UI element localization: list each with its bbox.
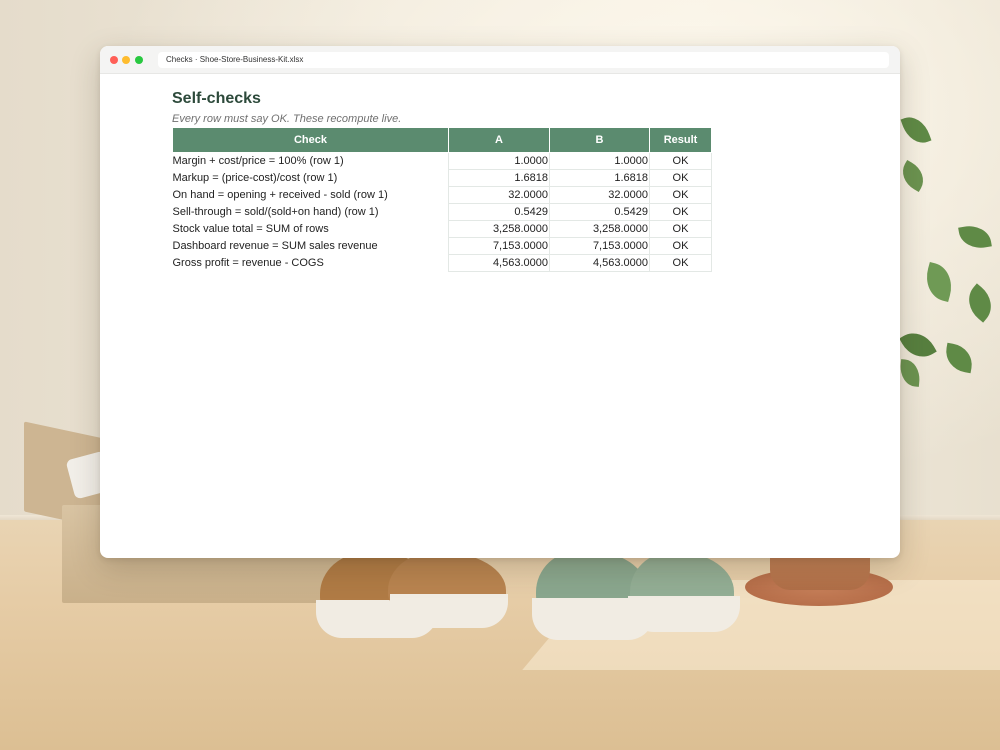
- value-b-cell[interactable]: 4,563.0000: [549, 254, 650, 272]
- table-row: Margin + cost/price = 100% (row 1) 1.000…: [173, 152, 712, 170]
- value-a-cell[interactable]: 32.0000: [448, 186, 550, 204]
- value-b-cell[interactable]: 0.5429: [549, 203, 650, 221]
- close-window-icon[interactable]: [110, 56, 118, 64]
- value-a-cell[interactable]: 1.6818: [448, 169, 550, 187]
- check-name-cell[interactable]: Dashboard revenue = SUM sales revenue: [173, 238, 449, 255]
- self-checks-table: Check A B Result Margin + cost/price = 1…: [172, 127, 712, 272]
- spreadsheet-window: Checks · Shoe-Store-Business-Kit.xlsx Se…: [100, 46, 900, 558]
- result-cell[interactable]: OK: [649, 152, 712, 170]
- column-header-b[interactable]: B: [549, 127, 650, 153]
- check-name-cell[interactable]: Sell-through = sold/(sold+on hand) (row …: [173, 204, 449, 221]
- column-header-check[interactable]: Check: [172, 127, 449, 153]
- table-row: Dashboard revenue = SUM sales revenue 7,…: [173, 237, 712, 255]
- result-cell[interactable]: OK: [649, 254, 712, 272]
- result-cell[interactable]: OK: [649, 169, 712, 187]
- window-address-bar[interactable]: Checks · Shoe-Store-Business-Kit.xlsx: [158, 52, 889, 68]
- check-name-cell[interactable]: Markup = (price-cost)/cost (row 1): [173, 170, 449, 187]
- value-b-cell[interactable]: 1.6818: [549, 169, 650, 187]
- page-title: Self-checks: [172, 90, 261, 107]
- result-cell[interactable]: OK: [649, 237, 712, 255]
- check-name-cell[interactable]: Margin + cost/price = 100% (row 1): [173, 153, 449, 170]
- table-row: Markup = (price-cost)/cost (row 1) 1.681…: [173, 169, 712, 187]
- result-cell[interactable]: OK: [649, 220, 712, 238]
- page-subtitle: Every row must say OK. These recompute l…: [172, 113, 402, 125]
- value-b-cell[interactable]: 1.0000: [549, 152, 650, 170]
- result-cell[interactable]: OK: [649, 186, 712, 204]
- value-a-cell[interactable]: 0.5429: [448, 203, 550, 221]
- maximize-window-icon[interactable]: [135, 56, 143, 64]
- column-header-result[interactable]: Result: [649, 127, 712, 153]
- sheet-content: Self-checks Every row must say OK. These…: [172, 88, 812, 272]
- table-row: Stock value total = SUM of rows 3,258.00…: [173, 220, 712, 238]
- value-b-cell[interactable]: 7,153.0000: [549, 237, 650, 255]
- table-row: On hand = opening + received - sold (row…: [173, 186, 712, 204]
- value-a-cell[interactable]: 3,258.0000: [448, 220, 550, 238]
- value-b-cell[interactable]: 32.0000: [549, 186, 650, 204]
- result-cell[interactable]: OK: [649, 203, 712, 221]
- check-name-cell[interactable]: Gross profit = revenue - COGS: [173, 255, 449, 272]
- column-header-a[interactable]: A: [448, 127, 550, 153]
- value-a-cell[interactable]: 1.0000: [448, 152, 550, 170]
- table-row: Gross profit = revenue - COGS 4,563.0000…: [173, 254, 712, 272]
- window-titlebar: Checks · Shoe-Store-Business-Kit.xlsx: [100, 46, 900, 74]
- minimize-window-icon[interactable]: [122, 56, 130, 64]
- check-name-cell[interactable]: On hand = opening + received - sold (row…: [173, 187, 449, 204]
- table-row: Sell-through = sold/(sold+on hand) (row …: [173, 203, 712, 221]
- value-b-cell[interactable]: 3,258.0000: [549, 220, 650, 238]
- value-a-cell[interactable]: 4,563.0000: [448, 254, 550, 272]
- check-name-cell[interactable]: Stock value total = SUM of rows: [173, 221, 449, 238]
- value-a-cell[interactable]: 7,153.0000: [448, 237, 550, 255]
- table-header-row: Check A B Result: [172, 127, 712, 153]
